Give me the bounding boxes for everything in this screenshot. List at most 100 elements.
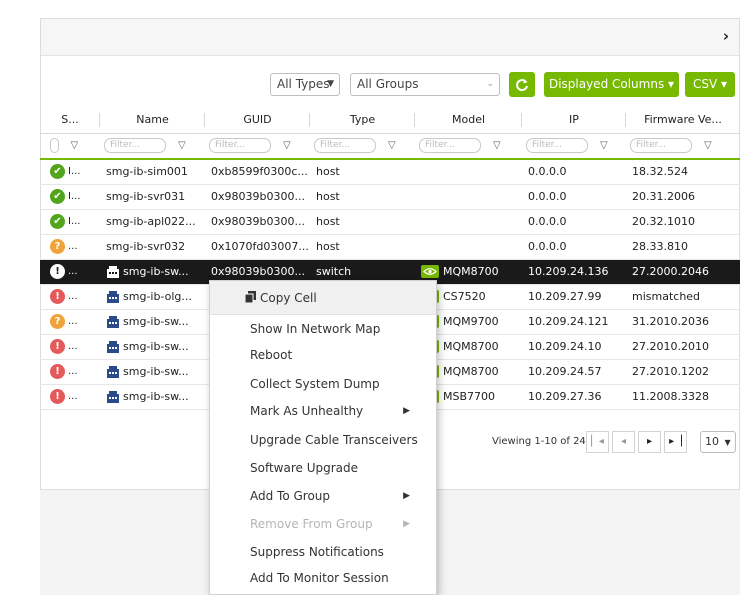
cell-type[interactable]: host bbox=[310, 159, 415, 185]
first-page-button[interactable]: ▏◂ bbox=[586, 431, 609, 453]
prev-page-button[interactable]: ◂ bbox=[612, 431, 635, 453]
table-row[interactable]: ✔ I... smg-ib-sim001 0xb8599f0300c... host 0.… bbox=[40, 159, 740, 185]
cell-status[interactable]: !... bbox=[40, 384, 100, 410]
cell-firmware[interactable]: 18.32.524 bbox=[626, 159, 740, 185]
cell-ip[interactable]: 10.209.27.99 bbox=[522, 284, 626, 310]
cell-name[interactable]: smg-ib-svr031 bbox=[100, 184, 205, 210]
cell-ip[interactable]: 0.0.0.0 bbox=[522, 159, 626, 185]
column-header-type[interactable]: Type bbox=[310, 107, 415, 134]
filter-input-name[interactable]: Filter... bbox=[104, 138, 166, 154]
menu-item-add-to-monitor-session[interactable]: Add To Monitor Session bbox=[250, 571, 389, 585]
cell-name[interactable]: smg-ib-olg... bbox=[100, 284, 205, 310]
cell-firmware[interactable]: 11.2008.3328 bbox=[626, 384, 740, 410]
cell-firmware[interactable]: 20.32.1010 bbox=[626, 209, 740, 235]
cell-status[interactable]: ✔ I... bbox=[40, 159, 100, 185]
cell-firmware[interactable]: 20.31.2006 bbox=[626, 184, 740, 210]
cell-name[interactable]: smg-ib-sw... bbox=[100, 259, 205, 285]
page-size-select[interactable]: 10 ▼ bbox=[700, 431, 736, 453]
menu-item-upgrade-cable-transceivers[interactable]: Upgrade Cable Transceivers bbox=[250, 433, 418, 447]
menu-item-suppress-notifications[interactable]: Suppress Notifications bbox=[250, 545, 384, 559]
cell-type[interactable]: host bbox=[310, 234, 415, 260]
cell-model[interactable] bbox=[415, 159, 522, 185]
cell-ip[interactable]: 0.0.0.0 bbox=[522, 234, 626, 260]
filter-input-status[interactable] bbox=[50, 138, 59, 154]
cell-name[interactable]: smg-ib-svr032 bbox=[100, 234, 205, 260]
filter-icon[interactable]: ▽ bbox=[283, 140, 291, 151]
menu-item-collect-system-dump[interactable]: Collect System Dump bbox=[250, 377, 380, 391]
column-header-firmware[interactable]: Firmware Ve... bbox=[626, 107, 740, 134]
displayed-columns-button[interactable]: Displayed Columns ▾ bbox=[544, 72, 679, 97]
cell-guid[interactable]: 0x98039b0300... bbox=[205, 209, 310, 235]
menu-item-software-upgrade[interactable]: Software Upgrade bbox=[250, 461, 358, 475]
cell-name[interactable]: smg-ib-sim001 bbox=[100, 159, 205, 185]
filter-input-ip[interactable]: Filter... bbox=[526, 138, 588, 154]
cell-type[interactable]: host bbox=[310, 209, 415, 235]
cell-ip[interactable]: 0.0.0.0 bbox=[522, 209, 626, 235]
cell-firmware[interactable]: 28.33.810 bbox=[626, 234, 740, 260]
filter-icon[interactable]: ▽ bbox=[71, 140, 79, 151]
filter-icon[interactable]: ▽ bbox=[178, 140, 186, 151]
cell-guid[interactable]: 0xb8599f0300c... bbox=[205, 159, 310, 185]
cell-status[interactable]: !... bbox=[40, 334, 100, 360]
filter-icon[interactable]: ▽ bbox=[388, 140, 396, 151]
cell-status[interactable]: !... bbox=[40, 359, 100, 385]
next-page-button[interactable]: ▸ bbox=[638, 431, 661, 453]
cell-model[interactable] bbox=[415, 234, 522, 260]
menu-item-show-in-network-map[interactable]: Show In Network Map bbox=[250, 322, 380, 336]
cell-status[interactable]: ✔ I... bbox=[40, 209, 100, 235]
cell-name[interactable]: smg-ib-sw... bbox=[100, 309, 205, 335]
column-header-status[interactable]: S... bbox=[40, 107, 100, 134]
filter-icon[interactable]: ▽ bbox=[704, 140, 712, 151]
cell-type[interactable]: host bbox=[310, 184, 415, 210]
cell-ip[interactable]: 10.209.27.36 bbox=[522, 384, 626, 410]
cell-firmware[interactable]: 27.2010.1202 bbox=[626, 359, 740, 385]
menu-item-copy-cell[interactable]: Copy Cell bbox=[244, 291, 317, 305]
menu-item-mark-as-unhealthy[interactable]: Mark As Unhealthy bbox=[250, 404, 363, 418]
cell-name[interactable]: smg-ib-sw... bbox=[100, 334, 205, 360]
types-select[interactable]: All Types ▼ bbox=[270, 73, 340, 96]
column-header-model[interactable]: Model bbox=[415, 107, 522, 134]
cell-ip[interactable]: 0.0.0.0 bbox=[522, 184, 626, 210]
cell-ip[interactable]: 10.209.24.136 bbox=[522, 259, 626, 285]
table-row[interactable]: ✔ I... smg-ib-svr031 0x98039b0300... host 0.0… bbox=[40, 184, 740, 210]
column-header-guid[interactable]: GUID bbox=[205, 107, 310, 134]
cell-firmware[interactable]: 31.2010.2036 bbox=[626, 309, 740, 335]
cell-guid[interactable]: 0x1070fd03007... bbox=[205, 234, 310, 260]
menu-item-add-to-group[interactable]: Add To Group bbox=[250, 489, 330, 503]
refresh-button[interactable] bbox=[509, 72, 535, 97]
last-page-button[interactable]: ▸▕ bbox=[664, 431, 687, 453]
cell-ip[interactable]: 10.209.24.57 bbox=[522, 359, 626, 385]
filter-input-model[interactable]: Filter... bbox=[419, 138, 481, 154]
cell-firmware[interactable]: mismatched bbox=[626, 284, 740, 310]
cell-firmware[interactable]: 27.2000.2046 bbox=[626, 259, 740, 285]
cell-ip[interactable]: 10.209.24.121 bbox=[522, 309, 626, 335]
table-row[interactable]: ?... smg-ib-svr032 0x1070fd03007... host 0.0… bbox=[40, 234, 740, 260]
filter-input-type[interactable]: Filter... bbox=[314, 138, 376, 154]
menu-item-reboot[interactable]: Reboot bbox=[250, 348, 292, 362]
nvidia-logo-icon bbox=[421, 265, 439, 279]
cell-status[interactable]: ✔ I... bbox=[40, 184, 100, 210]
groups-select[interactable]: All Groups ⌄ bbox=[350, 73, 500, 96]
cell-status[interactable]: ?... bbox=[40, 234, 100, 260]
filter-input-guid[interactable]: Filter... bbox=[209, 138, 271, 154]
column-header-name[interactable]: Name bbox=[100, 107, 205, 134]
cell-ip[interactable]: 10.209.24.10 bbox=[522, 334, 626, 360]
cell-firmware[interactable]: 27.2010.2010 bbox=[626, 334, 740, 360]
cell-name[interactable]: smg-ib-apl022... bbox=[100, 209, 205, 235]
csv-button[interactable]: CSV ▾ bbox=[685, 72, 735, 97]
cell-status[interactable]: ?... bbox=[40, 309, 100, 335]
chevron-right-icon[interactable]: › bbox=[723, 27, 729, 45]
cell-guid[interactable]: 0x98039b0300... bbox=[205, 184, 310, 210]
filter-input-firmware[interactable]: Filter... bbox=[630, 138, 692, 154]
cell-status[interactable]: !... bbox=[40, 259, 100, 285]
filter-icon[interactable]: ▽ bbox=[493, 140, 501, 151]
device-name: smg-ib-apl022... bbox=[106, 215, 196, 228]
cell-status[interactable]: !... bbox=[40, 284, 100, 310]
filter-icon[interactable]: ▽ bbox=[600, 140, 608, 151]
cell-name[interactable]: smg-ib-sw... bbox=[100, 359, 205, 385]
cell-name[interactable]: smg-ib-sw... bbox=[100, 384, 205, 410]
cell-model[interactable] bbox=[415, 209, 522, 235]
column-header-ip[interactable]: IP bbox=[522, 107, 626, 134]
cell-model[interactable] bbox=[415, 184, 522, 210]
table-row[interactable]: ✔ I... smg-ib-apl022... 0x98039b0300... host… bbox=[40, 209, 740, 235]
